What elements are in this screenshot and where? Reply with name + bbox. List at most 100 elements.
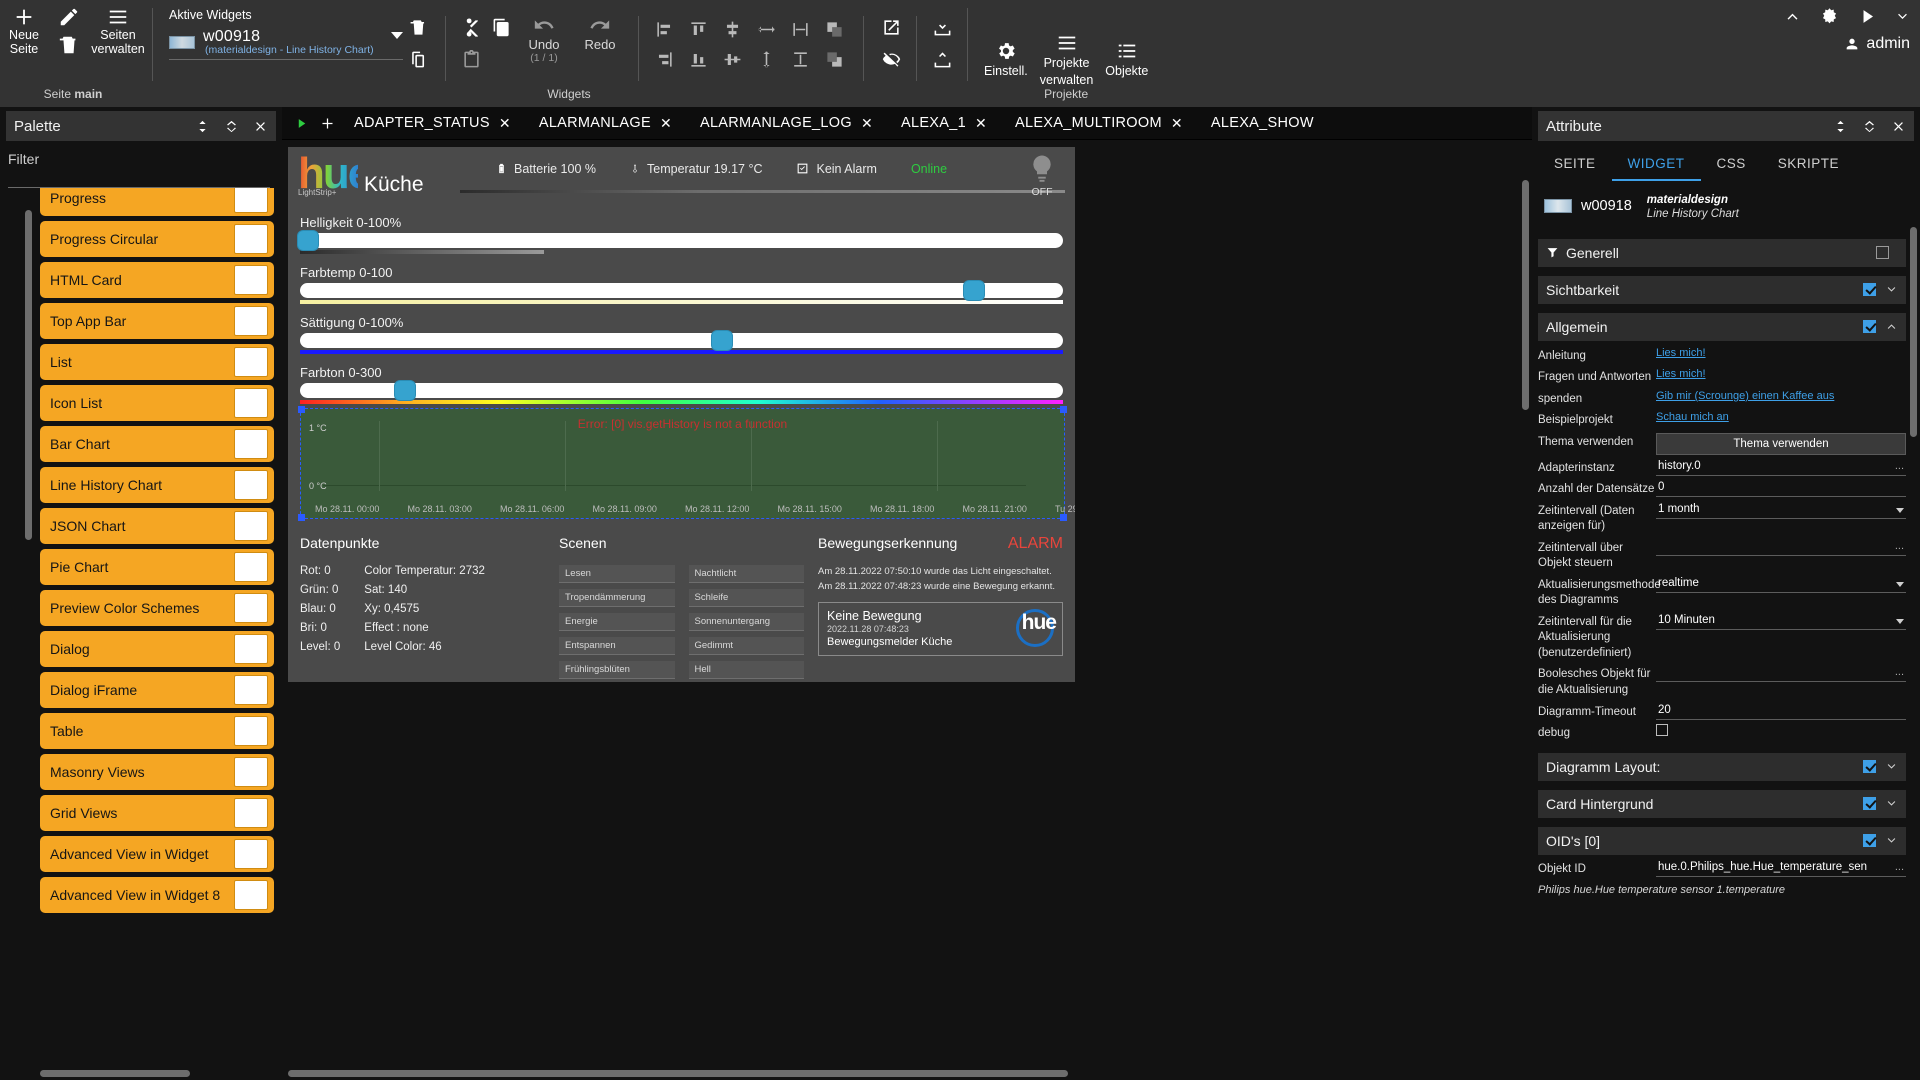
align-right-button[interactable]: [649, 46, 679, 72]
section-sichtbarkeit[interactable]: Sichtbarkeit: [1538, 275, 1906, 304]
palette-item[interactable]: Preview Color Schemes: [40, 590, 274, 626]
chevron-up-icon[interactable]: [1885, 320, 1898, 333]
palette-item[interactable]: Progress Circular: [40, 221, 274, 257]
attribute-section-header[interactable]: Diagramm Layout:: [1538, 752, 1906, 781]
attribute-section-header[interactable]: OID's [0]: [1538, 826, 1906, 855]
slider-knob[interactable]: [963, 281, 984, 300]
hue-widget-preview[interactable]: Batterie 100 % Temperatur 19.17 °C Kein …: [288, 147, 1075, 682]
align-center-vertical-button[interactable]: [717, 16, 747, 42]
slider-knob[interactable]: [395, 381, 416, 400]
scene-button[interactable]: Frühlingsblüten: [559, 661, 675, 679]
attribute-field[interactable]: 0: [1656, 480, 1906, 498]
resize-handle-bl[interactable]: [298, 514, 305, 521]
export-button[interactable]: [927, 46, 957, 72]
manage-pages-button[interactable]: Seiten verwalten: [90, 6, 146, 57]
palette-item[interactable]: Masonry Views: [40, 754, 274, 790]
resize-handle-tr[interactable]: [1060, 406, 1067, 413]
attribute-select[interactable]: 1 month: [1656, 502, 1906, 519]
view-tab[interactable]: ALEXA_SHOW: [1197, 107, 1328, 140]
equal-height-button[interactable]: [785, 46, 815, 72]
palette-item[interactable]: List: [40, 344, 274, 380]
delete-widget-button[interactable]: [403, 14, 433, 40]
close-icon[interactable]: ✕: [975, 115, 987, 132]
align-center-horizontal-button[interactable]: [717, 46, 747, 72]
close-icon[interactable]: ✕: [499, 115, 511, 132]
objects-button[interactable]: Objekte: [1099, 34, 1154, 78]
scene-button[interactable]: Gedimmt: [688, 637, 804, 655]
scene-button[interactable]: Nachtlicht: [688, 565, 804, 583]
chevron-down-icon[interactable]: [1885, 797, 1898, 810]
view-tab[interactable]: ALEXA_1 ✕: [887, 107, 1001, 140]
chevron-down-icon[interactable]: [391, 32, 403, 39]
collapse-expand-icon[interactable]: [195, 119, 210, 134]
attributes-tab[interactable]: CSS: [1701, 147, 1762, 181]
dark-mode-icon[interactable]: [1819, 6, 1840, 27]
resize-handle-br[interactable]: [1060, 514, 1067, 521]
toggle-visibility-button[interactable]: [876, 46, 906, 72]
scene-button[interactable]: Entspannen: [559, 637, 675, 655]
palette-item[interactable]: Advanced View in Widget: [40, 836, 274, 872]
run-view-icon[interactable]: [288, 117, 314, 130]
view-tab[interactable]: ALARMANLAGE ✕: [525, 107, 686, 140]
chevron-up-icon[interactable]: [1784, 8, 1801, 25]
equal-width-button[interactable]: [785, 16, 815, 42]
slider-knob[interactable]: [298, 231, 319, 250]
open-external-button[interactable]: [876, 14, 906, 40]
attribute-link[interactable]: Gib mir (Scrounge) einen Kaffee aus: [1656, 390, 1834, 402]
palette-item[interactable]: Progress: [40, 188, 274, 216]
attribute-field[interactable]: ...: [1656, 665, 1906, 683]
scene-button[interactable]: Lesen: [559, 565, 675, 583]
attribute-section-checkbox[interactable]: [1863, 797, 1876, 811]
active-widget-select[interactable]: w00918 (materialdesign - Line History Ch…: [169, 28, 403, 60]
filter-input[interactable]: [8, 167, 270, 188]
scene-button[interactable]: Schleife: [688, 589, 804, 607]
distribute-vertical-button[interactable]: [751, 46, 781, 72]
chevron-down-icon[interactable]: [1885, 834, 1898, 847]
attribute-section-checkbox[interactable]: [1863, 760, 1876, 774]
collapse-expand-icon[interactable]: [1833, 119, 1848, 134]
view-canvas[interactable]: Batterie 100 % Temperatur 19.17 °C Kein …: [282, 140, 1532, 1080]
chevron-down-icon[interactable]: [1895, 9, 1910, 24]
attribute-section-header[interactable]: Card Hintergrund: [1538, 789, 1906, 818]
send-to-back-button[interactable]: [819, 46, 849, 72]
attribute-link[interactable]: Lies mich!: [1656, 347, 1706, 359]
play-icon[interactable]: [1858, 7, 1877, 26]
slider-track[interactable]: [300, 381, 1063, 400]
undo-button[interactable]: Undo (1 / 1): [516, 8, 572, 64]
edit-page-icon[interactable]: [58, 6, 80, 28]
palette-item[interactable]: Grid Views: [40, 795, 274, 831]
new-page-button[interactable]: Neue Seite: [0, 6, 48, 57]
palette-item[interactable]: HTML Card: [40, 262, 274, 298]
slider-track[interactable]: [300, 331, 1063, 350]
close-icon[interactable]: ✕: [861, 115, 873, 132]
attribute-field[interactable]: history.0...: [1656, 459, 1906, 476]
chevron-down-icon[interactable]: [1885, 283, 1898, 296]
manage-projects-button[interactable]: Projekte verwalten: [1034, 26, 1100, 87]
section-generell-checkbox[interactable]: [1876, 246, 1889, 260]
duplicate-widget-button[interactable]: [403, 46, 433, 72]
palette-item[interactable]: Line History Chart: [40, 467, 274, 503]
section-allgemein-checkbox[interactable]: [1863, 320, 1876, 334]
scene-button[interactable]: Sonnenuntergang: [688, 613, 804, 631]
palette-item[interactable]: Dialog iFrame: [40, 672, 274, 708]
attributes-tab[interactable]: SKRIPTE: [1762, 147, 1855, 181]
palette-item[interactable]: Icon List: [40, 385, 274, 421]
slider-knob[interactable]: [711, 331, 732, 350]
palette-horizontal-scrollbar[interactable]: [40, 1069, 274, 1078]
section-generell[interactable]: Generell: [1538, 238, 1906, 267]
cut-button[interactable]: [456, 14, 486, 40]
attributes-vertical-scrollbar[interactable]: [1909, 227, 1918, 1074]
line-history-chart[interactable]: Error: [0] vis.getHistory is not a funct…: [298, 406, 1075, 521]
scene-button[interactable]: Tropendämmerung: [559, 589, 675, 607]
settings-button[interactable]: Einstell.: [978, 34, 1034, 78]
attribute-select[interactable]: realtime: [1656, 576, 1906, 593]
bulb-toggle[interactable]: OFF: [1027, 151, 1057, 198]
close-icon[interactable]: ✕: [1171, 115, 1183, 132]
attributes-tab[interactable]: WIDGET: [1611, 147, 1701, 181]
align-bottom-button[interactable]: [683, 46, 713, 72]
section-allgemein[interactable]: Allgemein: [1538, 312, 1906, 341]
attribute-section-checkbox[interactable]: [1863, 834, 1876, 848]
close-icon[interactable]: [1891, 119, 1906, 134]
delete-page-icon[interactable]: [58, 34, 80, 56]
copy-button[interactable]: [486, 14, 516, 40]
